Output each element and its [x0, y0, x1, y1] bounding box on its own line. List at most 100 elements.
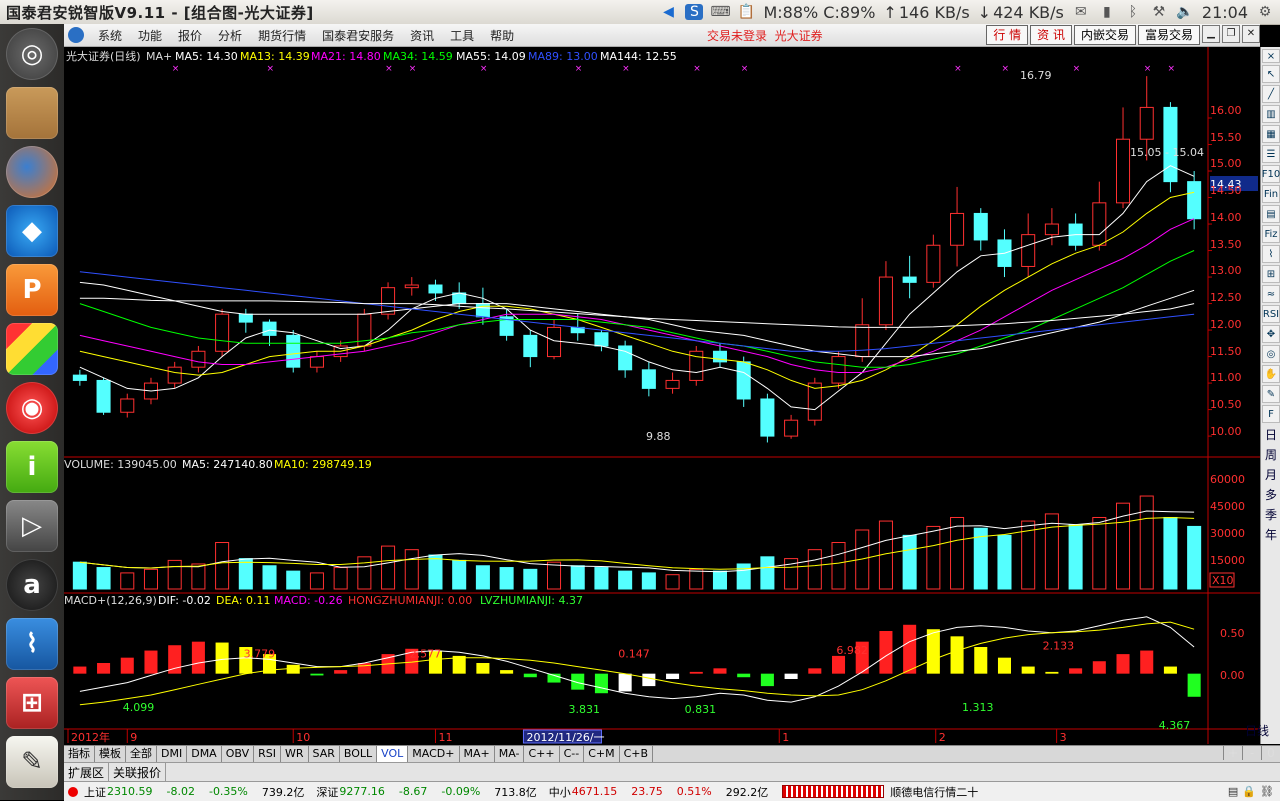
period-button[interactable]: 周: [1261, 446, 1280, 463]
sz-index[interactable]: 深证 9277.16 -8.67 -0.09% 713.8亿: [312, 784, 544, 800]
tab-[interactable]: 指标: [64, 746, 95, 762]
tools-icon[interactable]: ⚒: [1150, 4, 1168, 20]
zoom-reset-button[interactable]: 0: [1261, 746, 1280, 760]
tab-ma[interactable]: MA-: [495, 746, 525, 762]
tab-dmi[interactable]: DMI: [157, 746, 188, 762]
chip-icon[interactable]: ▤: [1262, 205, 1280, 223]
media-player-icon[interactable]: ▷: [6, 500, 58, 552]
price-panel[interactable]: × × × × × × × × × × × × × ×: [72, 64, 1212, 443]
text-editor-icon[interactable]: ✎: [6, 736, 58, 788]
clipboard-icon[interactable]: 📋: [737, 4, 755, 20]
tab-related-quotes[interactable]: 关联报价: [109, 763, 167, 781]
tab-dma[interactable]: DMA: [187, 746, 222, 762]
system-monitor-icon[interactable]: ⌇: [6, 618, 58, 670]
login-status[interactable]: 交易未登录 光大证券: [707, 27, 823, 44]
info-icon[interactable]: i: [6, 441, 58, 493]
fuyi-trade-button[interactable]: 富易交易: [1137, 25, 1200, 45]
bluetooth-icon[interactable]: ᛒ: [1124, 4, 1142, 20]
volume-icon[interactable]: 🔈: [1176, 4, 1194, 20]
list-icon[interactable]: ☰: [1262, 145, 1280, 163]
clock[interactable]: 21:04: [1202, 3, 1248, 22]
menu-news[interactable]: 资讯: [402, 27, 442, 44]
close-icon[interactable]: ✕: [1242, 25, 1260, 43]
volume-panel[interactable]: [72, 495, 1202, 590]
menu-gtja-service[interactable]: 国泰君安服务: [314, 27, 402, 44]
app-indicator-icon[interactable]: S: [685, 4, 704, 20]
tab-extension-area[interactable]: 扩展区: [64, 763, 110, 781]
close-icon[interactable]: ×: [1262, 49, 1280, 63]
fin-icon[interactable]: Fin: [1262, 185, 1280, 203]
notes-colorful-icon[interactable]: [6, 323, 58, 375]
tab-c[interactable]: C--: [560, 746, 585, 762]
sm-index[interactable]: 中小 4671.15 23.75 0.51% 292.2亿: [545, 784, 776, 800]
battery-icon[interactable]: ▮: [1098, 4, 1116, 20]
zoom-in-button[interactable]: +: [1223, 746, 1242, 760]
menu-tools[interactable]: 工具: [442, 27, 482, 44]
tab-boll[interactable]: BOLL: [340, 746, 378, 762]
macd-panel[interactable]: 3.779 4.099 2.577 3.831 0.147 0.831 6.982 1.313…: [73, 616, 1201, 732]
tab-obv[interactable]: OBV: [222, 746, 255, 762]
menu-system[interactable]: 系统: [90, 27, 130, 44]
period-button[interactable]: 多: [1261, 486, 1280, 503]
firefox-icon[interactable]: [6, 146, 58, 198]
server-name[interactable]: 顺德电信行情二十: [890, 784, 978, 800]
menu-help[interactable]: 帮助: [482, 27, 522, 44]
network-icon[interactable]: ▤: [1228, 785, 1238, 798]
trading-app-icon[interactable]: ◆: [6, 205, 58, 257]
chart-icon[interactable]: ⌇: [1262, 245, 1280, 263]
presentation-p-icon[interactable]: P: [6, 264, 58, 316]
tab-rsi[interactable]: RSI: [254, 746, 281, 762]
restore-icon[interactable]: ❐: [1222, 25, 1240, 43]
tab-ma[interactable]: MA+: [460, 746, 495, 762]
period-button[interactable]: 日: [1261, 426, 1280, 443]
keyboard-icon[interactable]: ⌨: [710, 4, 730, 20]
period-button[interactable]: 年: [1261, 526, 1280, 543]
bars-icon[interactable]: ▦: [1262, 125, 1280, 143]
period-button[interactable]: 季: [1261, 506, 1280, 523]
link-icon[interactable]: ⛓: [1260, 785, 1274, 798]
arrow-icon[interactable]: ↖: [1262, 65, 1280, 83]
menu-analysis[interactable]: 分析: [210, 27, 250, 44]
menu-quote[interactable]: 报价: [170, 27, 210, 44]
mail-icon[interactable]: ✉: [1072, 4, 1090, 20]
hand-icon[interactable]: ✋: [1262, 365, 1280, 383]
fiz-icon[interactable]: Fiz: [1262, 225, 1280, 243]
boll-icon[interactable]: ⊞: [1262, 265, 1280, 283]
tab-vol[interactable]: VOL: [377, 746, 409, 762]
minimize-icon[interactable]: ▁: [1202, 25, 1220, 43]
tab-macd[interactable]: MACD+: [408, 746, 460, 762]
tab-sar[interactable]: SAR: [309, 746, 340, 762]
f-icon[interactable]: F: [1262, 405, 1280, 423]
news-button[interactable]: 资 讯: [1030, 25, 1072, 45]
chart-area[interactable]: × × × × × × × × × × × × × × 3.779 4.099 2.577 3.831 0.147…: [64, 47, 1260, 744]
line-icon[interactable]: ╱: [1262, 85, 1280, 103]
tab-c[interactable]: C++: [524, 746, 560, 762]
embedded-trade-button[interactable]: 内嵌交易: [1073, 25, 1136, 45]
tab-cm[interactable]: C+M: [584, 746, 620, 762]
menu-function[interactable]: 功能: [130, 27, 170, 44]
power-gear-icon[interactable]: ⚙: [1256, 4, 1274, 20]
weibo-icon[interactable]: ◉: [6, 382, 58, 434]
rsi-icon[interactable]: RSI: [1262, 305, 1280, 323]
period-button[interactable]: 月: [1261, 466, 1280, 483]
quote-button[interactable]: 行 情: [986, 25, 1029, 45]
tab-[interactable]: 全部: [126, 746, 157, 762]
wave-icon[interactable]: ≈: [1262, 285, 1280, 303]
dash-home-icon[interactable]: ◎: [6, 28, 58, 80]
menu-futures[interactable]: 期货行情: [250, 27, 314, 44]
tab-wr[interactable]: WR: [281, 746, 309, 762]
tab-cb[interactable]: C+B: [620, 746, 654, 762]
tab-[interactable]: 模板: [95, 746, 126, 762]
windows-icon[interactable]: ⊞: [6, 677, 58, 729]
target-icon[interactable]: ◎: [1262, 345, 1280, 363]
files-folder-icon[interactable]: [6, 87, 58, 139]
zoom-out-button[interactable]: -: [1242, 746, 1261, 760]
lock-icon[interactable]: 🔒: [1242, 785, 1256, 798]
amazon-a-icon[interactable]: a: [6, 559, 58, 611]
f10-icon[interactable]: F10: [1262, 165, 1280, 183]
draw-icon[interactable]: ✎: [1262, 385, 1280, 403]
back-arrow-icon[interactable]: ◀: [659, 4, 677, 20]
kline-icon[interactable]: ▥: [1262, 105, 1280, 123]
sh-index[interactable]: 上证 2310.59 -8.02 -0.35% 739.2亿: [64, 784, 312, 800]
move-icon[interactable]: ✥: [1262, 325, 1280, 343]
